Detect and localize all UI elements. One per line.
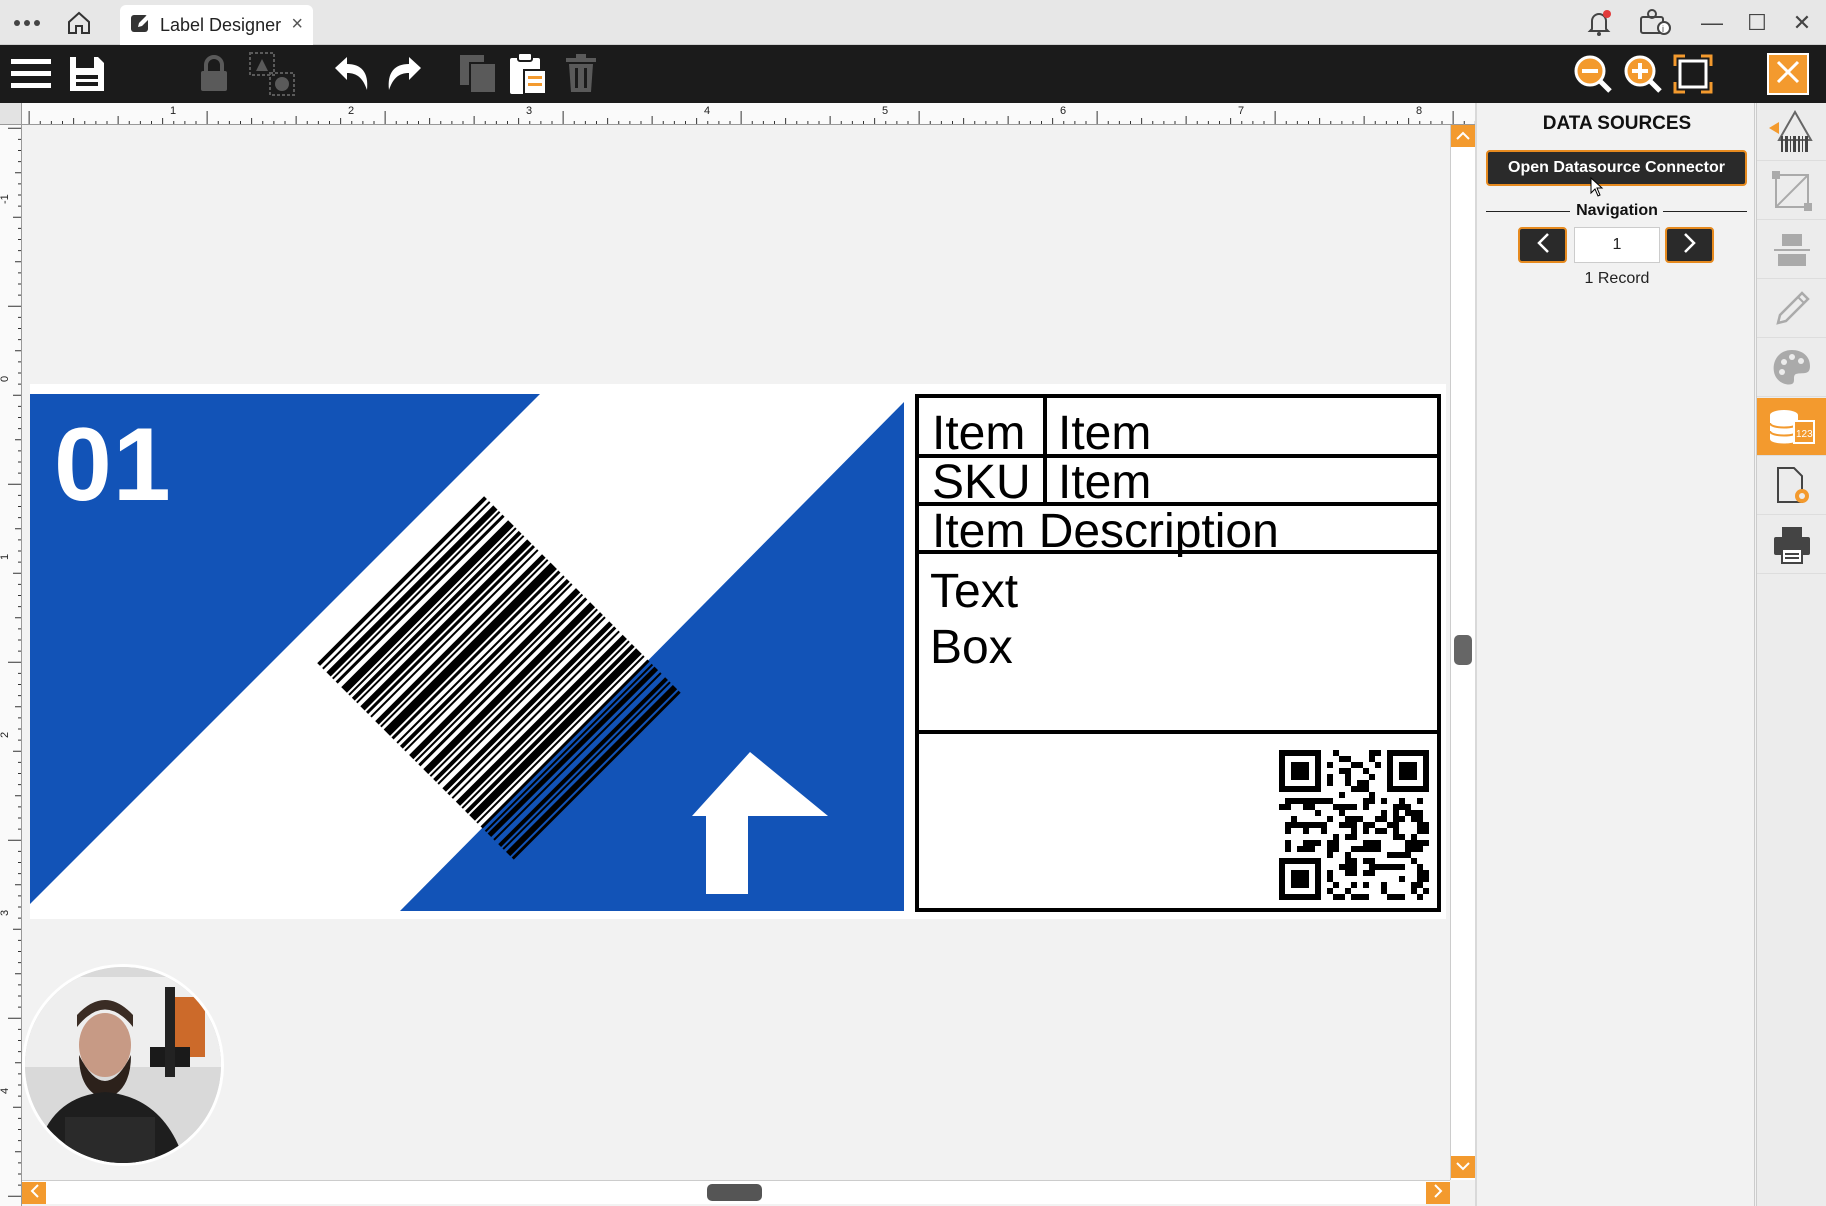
data-sources-panel: DATA SOURCES Open Datasource Connector N… [1475, 103, 1755, 1206]
ruler-top-label: 4 [704, 105, 710, 117]
lock-icon[interactable] [189, 50, 239, 98]
more-icon[interactable] [10, 8, 44, 38]
chevron-up-icon [1456, 127, 1470, 145]
record-count: 1 Record [1584, 270, 1650, 287]
chevron-left-icon [30, 1183, 39, 1203]
ruler-top-label: 1 [170, 105, 176, 117]
ruler-left-label: -1 [0, 194, 11, 204]
record-number-input[interactable]: 1 [1574, 227, 1660, 263]
tab-label-designer[interactable]: Label Designer × [120, 5, 313, 45]
home-icon[interactable] [62, 8, 96, 38]
design-canvas[interactable]: 01 Item Item SKU Item Item Description T… [22, 125, 1450, 1180]
tab-close-button[interactable]: × [291, 13, 303, 36]
textbox-line-2[interactable]: Box [930, 624, 1013, 672]
database-icon[interactable]: 123 [1757, 398, 1826, 456]
ruler-top-label: 6 [1060, 105, 1066, 117]
ruler-corner [0, 103, 22, 125]
zoom-in-icon[interactable] [1618, 50, 1668, 98]
close-designer-button[interactable] [1767, 53, 1809, 95]
vertical-scroll-thumb[interactable] [1454, 635, 1472, 665]
bell-icon[interactable] [1582, 8, 1616, 38]
title-bar: Label Designer × i — ☐ ✕ [0, 0, 1826, 45]
maximize-button[interactable]: ☐ [1735, 6, 1779, 40]
tab-title: Label Designer [160, 14, 282, 35]
scroll-right-button[interactable] [1426, 1182, 1450, 1204]
open-datasource-connector-button[interactable]: Open Datasource Connector [1486, 150, 1747, 186]
label-designer-app: Label Designer × i — ☐ ✕ 1 2 3 4 5 6 7 8… [0, 0, 1826, 1206]
vertical-ruler: -1 0 1 2 3 4 [0, 125, 22, 1206]
mouse-cursor [1590, 177, 1604, 197]
svg-text:i: i [1662, 24, 1664, 34]
webcam-overlay [22, 964, 224, 1166]
barcode-tool-icon[interactable] [1757, 103, 1826, 161]
horizontal-scrollbar[interactable] [22, 1180, 1450, 1204]
ruler-left-label: 2 [0, 732, 11, 738]
navigation-label: Navigation [1576, 202, 1658, 219]
item-description[interactable]: Item Description [932, 508, 1279, 556]
sku-label[interactable]: SKU [932, 459, 1031, 507]
pencil-icon[interactable] [1757, 280, 1826, 338]
info-table[interactable]: Item Item SKU Item Item Description Text… [915, 394, 1441, 912]
next-record-button[interactable] [1665, 227, 1714, 263]
align-tool-icon[interactable] [1757, 221, 1826, 279]
close-icon [1775, 59, 1801, 90]
main-toolbar [0, 45, 1826, 103]
fit-to-screen-icon[interactable] [1668, 50, 1718, 98]
shape-tool-icon[interactable] [1757, 162, 1826, 220]
textbox-line-1[interactable]: Text [930, 568, 1018, 616]
chevron-right-icon [1683, 232, 1697, 259]
user-info-icon[interactable]: i [1638, 8, 1672, 38]
redo-icon[interactable] [380, 50, 430, 98]
menu-icon[interactable] [6, 50, 56, 98]
palette-icon[interactable] [1757, 339, 1826, 397]
ruler-top-label: 5 [882, 105, 888, 117]
vertical-scrollbar[interactable] [1450, 125, 1475, 1180]
document-settings-icon[interactable] [1757, 457, 1826, 515]
ruler-top-label: 8 [1416, 105, 1422, 117]
window-close-button[interactable]: ✕ [1780, 6, 1824, 40]
tool-dock: 123 [1756, 103, 1826, 1206]
label-design[interactable]: 01 Item Item SKU Item Item Description T… [30, 384, 1446, 919]
qr-code[interactable] [1279, 750, 1429, 900]
svg-text:123: 123 [1796, 429, 1813, 440]
item-label[interactable]: Item [932, 410, 1025, 458]
print-icon[interactable] [1757, 516, 1826, 574]
horizontal-scroll-thumb[interactable] [707, 1184, 762, 1201]
chevron-down-icon [1456, 1158, 1470, 1176]
ruler-left-label: 3 [0, 910, 11, 916]
scroll-up-button[interactable] [1451, 125, 1475, 147]
minimize-button[interactable]: — [1690, 6, 1734, 40]
ruler-left-label: 1 [0, 554, 11, 560]
delete-icon[interactable] [556, 50, 606, 98]
scroll-left-button[interactable] [22, 1182, 46, 1204]
ruler-top-label: 2 [348, 105, 354, 117]
panel-title: DATA SOURCES [1542, 113, 1692, 134]
group-icon[interactable] [247, 50, 297, 98]
scroll-down-button[interactable] [1451, 1156, 1475, 1178]
paste-icon[interactable] [503, 50, 553, 98]
ruler-top-label: 3 [526, 105, 532, 117]
zoom-out-icon[interactable] [1568, 50, 1618, 98]
previous-record-button[interactable] [1518, 227, 1567, 263]
ruler-left-label: 0 [0, 376, 11, 382]
undo-icon[interactable] [326, 50, 376, 98]
item-value[interactable]: Item [1058, 410, 1151, 458]
edit-icon [130, 12, 152, 39]
label-number: 01 [54, 407, 172, 523]
save-icon[interactable] [62, 50, 112, 98]
chevron-left-icon [1536, 232, 1550, 259]
ruler-top-label: 7 [1238, 105, 1244, 117]
sku-value[interactable]: Item [1058, 459, 1151, 507]
copy-icon[interactable] [453, 50, 503, 98]
ruler-left-label: 4 [0, 1088, 11, 1094]
horizontal-ruler: 1 2 3 4 5 6 7 8 [22, 103, 1475, 125]
chevron-right-icon [1433, 1183, 1443, 1203]
